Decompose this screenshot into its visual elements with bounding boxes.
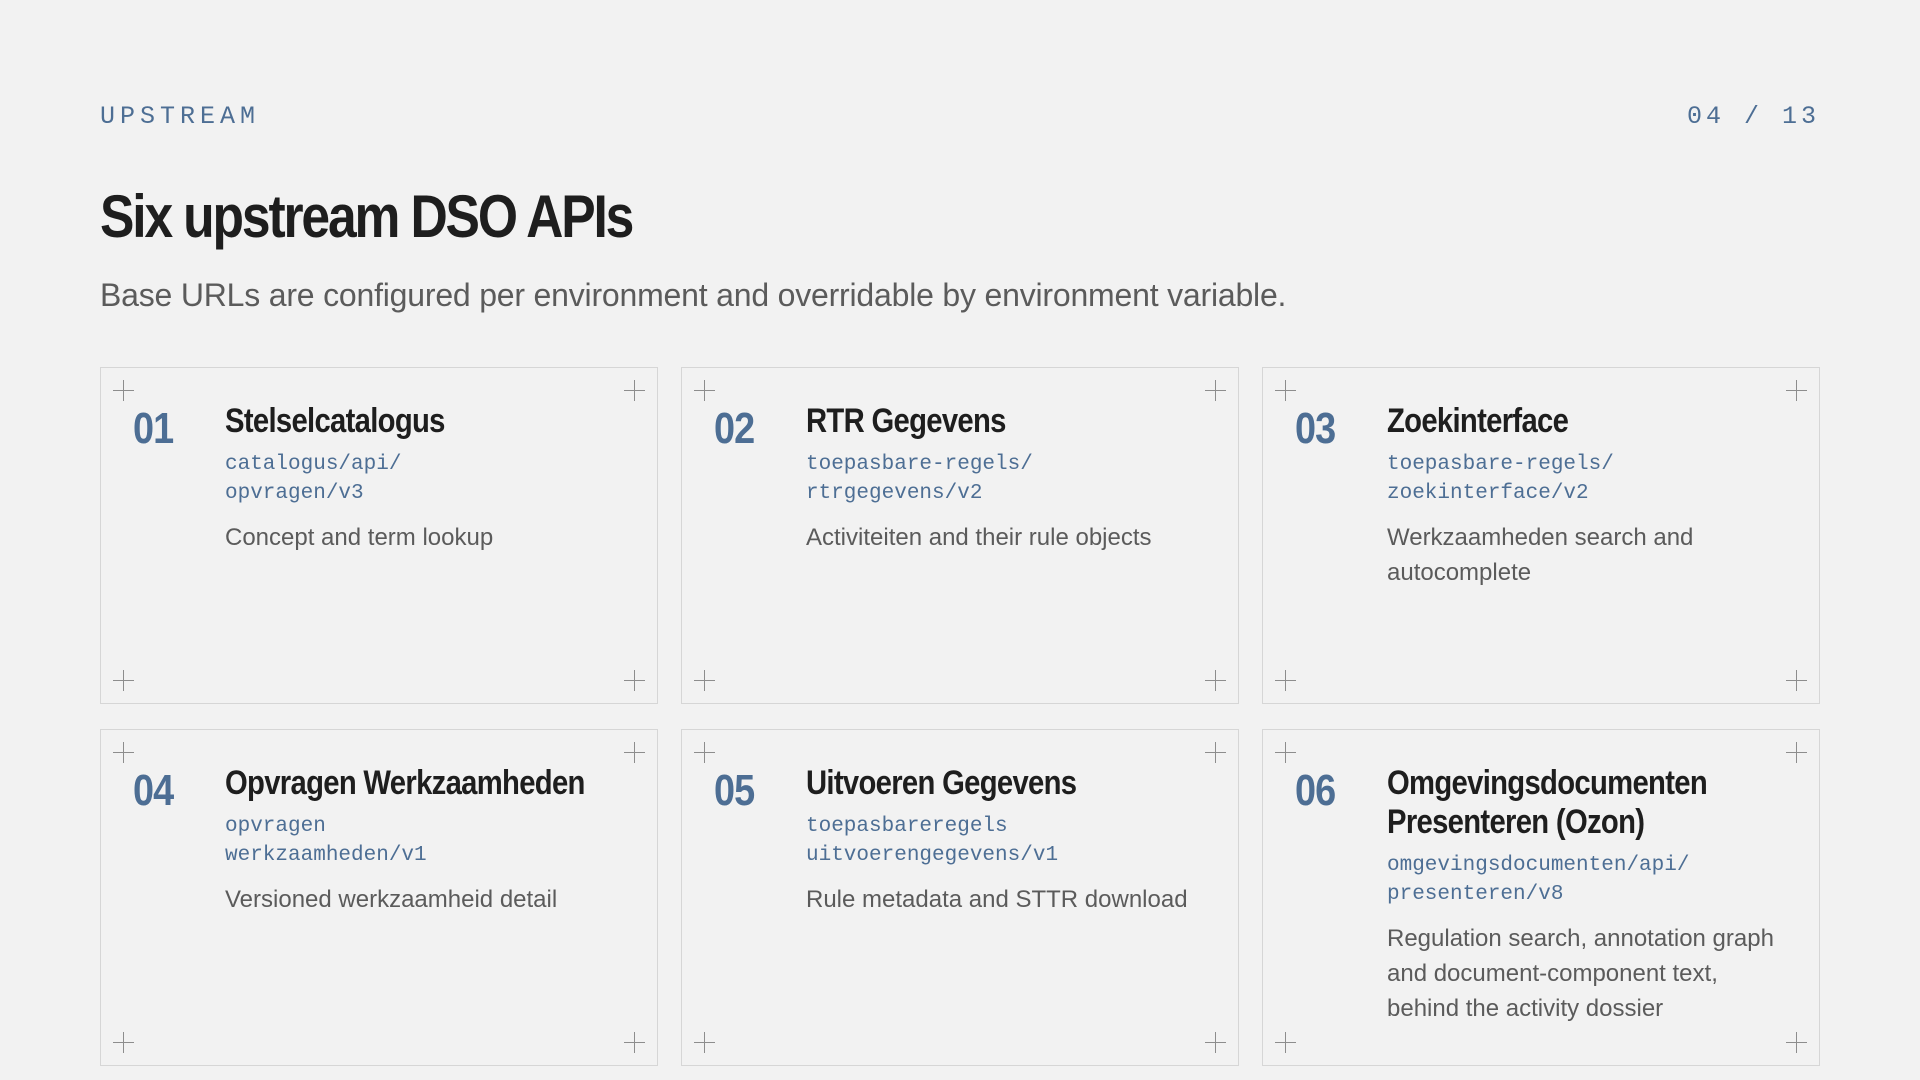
api-name: Uitvoeren Gegevens — [806, 764, 1077, 802]
api-description: Rule metadata and STTR download — [806, 886, 1188, 913]
api-name: Stelselcatalogus — [225, 402, 445, 440]
api-card-stelselcatalogus: 01 Stelselcatalogus catalogus/api/ opvra… — [100, 367, 658, 704]
api-name: Omgevingsdocumenten Presenteren (Ozon) — [1387, 764, 1708, 841]
api-card-uitvoeren-gegevens: 05 Uitvoeren Gegevens toepasbareregels u… — [681, 729, 1239, 1066]
api-path: catalogus/api/ opvragen/v3 — [225, 450, 633, 508]
api-path-line: catalogus/api/ — [225, 453, 402, 476]
api-name: Opvragen Werkzaamheden — [225, 764, 585, 802]
api-card-zoekinterface: 03 Zoekinterface toepasbare-regels/ zoek… — [1262, 367, 1820, 704]
api-path-line: opvragen — [225, 815, 326, 838]
api-description: Regulation search, annotation graph and … — [1387, 925, 1774, 1022]
api-number: 02 — [714, 404, 755, 453]
plus-icon — [1205, 670, 1226, 691]
plus-icon — [113, 380, 134, 401]
plus-icon — [1275, 742, 1296, 763]
api-path-line: uitvoerengegevens/v1 — [806, 844, 1059, 867]
plus-icon — [624, 380, 645, 401]
api-card-body: RTR Gegevens toepasbare-regels/ rtrgegev… — [806, 402, 1214, 555]
plus-icon — [1275, 380, 1296, 401]
api-number: 03 — [1295, 404, 1336, 453]
plus-icon — [1205, 380, 1226, 401]
api-number: 04 — [133, 766, 174, 815]
api-path-line: presenteren/v8 — [1387, 883, 1564, 906]
api-path: omgevingsdocumenten/api/ presenteren/v8 — [1387, 851, 1795, 909]
api-path: toepasbare-regels/ zoekinterface/v2 — [1387, 450, 1795, 508]
api-path: opvragen werkzaamheden/v1 — [225, 812, 633, 870]
plus-icon — [1786, 1032, 1807, 1053]
api-card-body: Omgevingsdocumenten Presenteren (Ozon) o… — [1387, 764, 1795, 1026]
plus-icon — [694, 670, 715, 691]
api-number: 06 — [1295, 766, 1336, 815]
api-path-line: rtrgegevens/v2 — [806, 482, 983, 505]
api-name: Zoekinterface — [1387, 402, 1569, 440]
plus-icon — [1275, 670, 1296, 691]
slide-counter: 04 / 13 — [1686, 102, 1820, 131]
api-description: Concept and term lookup — [225, 524, 494, 551]
api-description: Versioned werkzaamheid detail — [225, 886, 558, 913]
api-path-line: omgevingsdocumenten/api/ — [1387, 854, 1690, 877]
section-label: UPSTREAM — [100, 102, 261, 131]
api-card-grid: 01 Stelselcatalogus catalogus/api/ opvra… — [100, 367, 1820, 1066]
api-card-body: Zoekinterface toepasbare-regels/ zoekint… — [1387, 402, 1795, 590]
api-path-line: werkzaamheden/v1 — [225, 844, 427, 867]
api-card-rtr-gegevens: 02 RTR Gegevens toepasbare-regels/ rtrge… — [681, 367, 1239, 704]
api-number: 05 — [714, 766, 755, 815]
page-subtitle: Base URLs are configured per environment… — [100, 277, 1287, 313]
plus-icon — [694, 742, 715, 763]
page-title: Six upstream DSO APIs — [100, 183, 634, 250]
api-path: toepasbareregels uitvoerengegevens/v1 — [806, 812, 1214, 870]
api-path-line: toepasbare-regels/ — [1387, 453, 1614, 476]
api-path-line: opvragen/v3 — [225, 482, 364, 505]
plus-icon — [113, 742, 134, 763]
plus-icon — [113, 670, 134, 691]
api-name: RTR Gegevens — [806, 402, 1006, 440]
plus-icon — [1786, 742, 1807, 763]
plus-icon — [694, 380, 715, 401]
api-path-line: zoekinterface/v2 — [1387, 482, 1589, 505]
plus-icon — [624, 742, 645, 763]
plus-icon — [1275, 1032, 1296, 1053]
plus-icon — [1205, 742, 1226, 763]
plus-icon — [694, 1032, 715, 1053]
plus-icon — [1786, 670, 1807, 691]
api-path-line: toepasbare-regels/ — [806, 453, 1033, 476]
plus-icon — [113, 1032, 134, 1053]
api-card-body: Uitvoeren Gegevens toepasbareregels uitv… — [806, 764, 1214, 917]
plus-icon — [1205, 1032, 1226, 1053]
api-card-opvragen-werkzaamheden: 04 Opvragen Werkzaamheden opvragen werkz… — [100, 729, 658, 1066]
plus-icon — [1786, 380, 1807, 401]
api-card-body: Stelselcatalogus catalogus/api/ opvragen… — [225, 402, 633, 555]
plus-icon — [624, 1032, 645, 1053]
api-path: toepasbare-regels/ rtrgegevens/v2 — [806, 450, 1214, 508]
api-number: 01 — [133, 404, 174, 453]
api-card-ozon: 06 Omgevingsdocumenten Presenteren (Ozon… — [1262, 729, 1820, 1066]
api-description: Activiteiten and their rule objects — [806, 524, 1152, 551]
plus-icon — [624, 670, 645, 691]
api-description: Werkzaamheden search and autocomplete — [1387, 524, 1694, 586]
api-path-line: toepasbareregels — [806, 815, 1008, 838]
api-card-body: Opvragen Werkzaamheden opvragen werkzaam… — [225, 764, 633, 917]
